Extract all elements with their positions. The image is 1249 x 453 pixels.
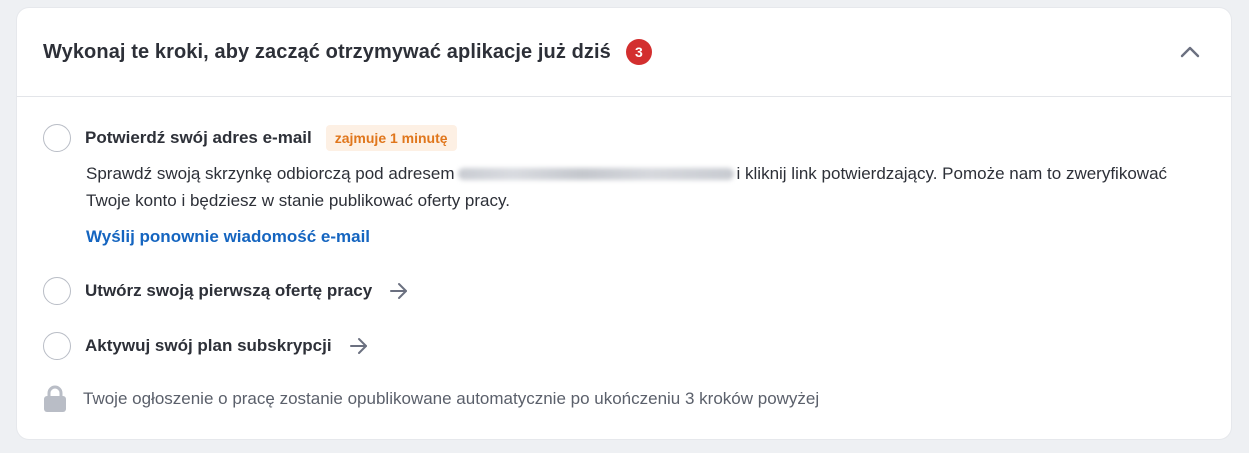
lock-icon [43,385,67,413]
resend-email-link[interactable]: Wyślij ponownie wiadomość e-mail [86,227,370,247]
step-checkbox-create-job-offer[interactable] [43,277,71,305]
arrow-right-icon[interactable] [388,280,410,302]
time-estimate-badge: zajmuje 1 minutę [325,125,457,151]
card-header[interactable]: Wykonaj te kroki, aby zacząć otrzymywać … [17,8,1231,97]
step-label: Utwórz swoją pierwszą ofertę pracy [85,281,373,300]
step-create-job-offer[interactable]: Utwórz swoją pierwszą ofertę pracy [43,277,410,305]
step-label: Potwierdź swój adres e-mail [85,128,312,147]
arrow-right-icon[interactable] [348,335,370,357]
blurred-email-address [457,167,734,180]
pending-steps-badge: 3 [625,39,652,65]
collapse-button[interactable] [1179,41,1201,63]
chevron-up-icon [1180,46,1200,58]
step-label: Aktywuj swój plan subskrypcji [85,336,332,355]
onboarding-steps-card: Wykonaj te kroki, aby zacząć otrzymywać … [17,8,1231,439]
description-text-before: Sprawdź swoją skrzynkę odbiorczą pod adr… [86,164,455,183]
step-checkbox-confirm-email[interactable] [43,124,71,152]
step-checkbox-activate-subscription[interactable] [43,332,71,360]
publish-info-note: Twoje ogłoszenie o pracę zostanie opubli… [43,385,819,413]
step-activate-subscription[interactable]: Aktywuj swój plan subskrypcji [43,332,370,360]
card-title: Wykonaj te kroki, aby zacząć otrzymywać … [43,40,611,63]
publish-info-text: Twoje ogłoszenie o pracę zostanie opubli… [83,389,820,408]
step-description: Sprawdź swoją skrzynkę odbiorczą pod adr… [86,160,1186,214]
step-confirm-email: Potwierdź swój adres e-mail zajmuje 1 mi… [43,124,457,152]
